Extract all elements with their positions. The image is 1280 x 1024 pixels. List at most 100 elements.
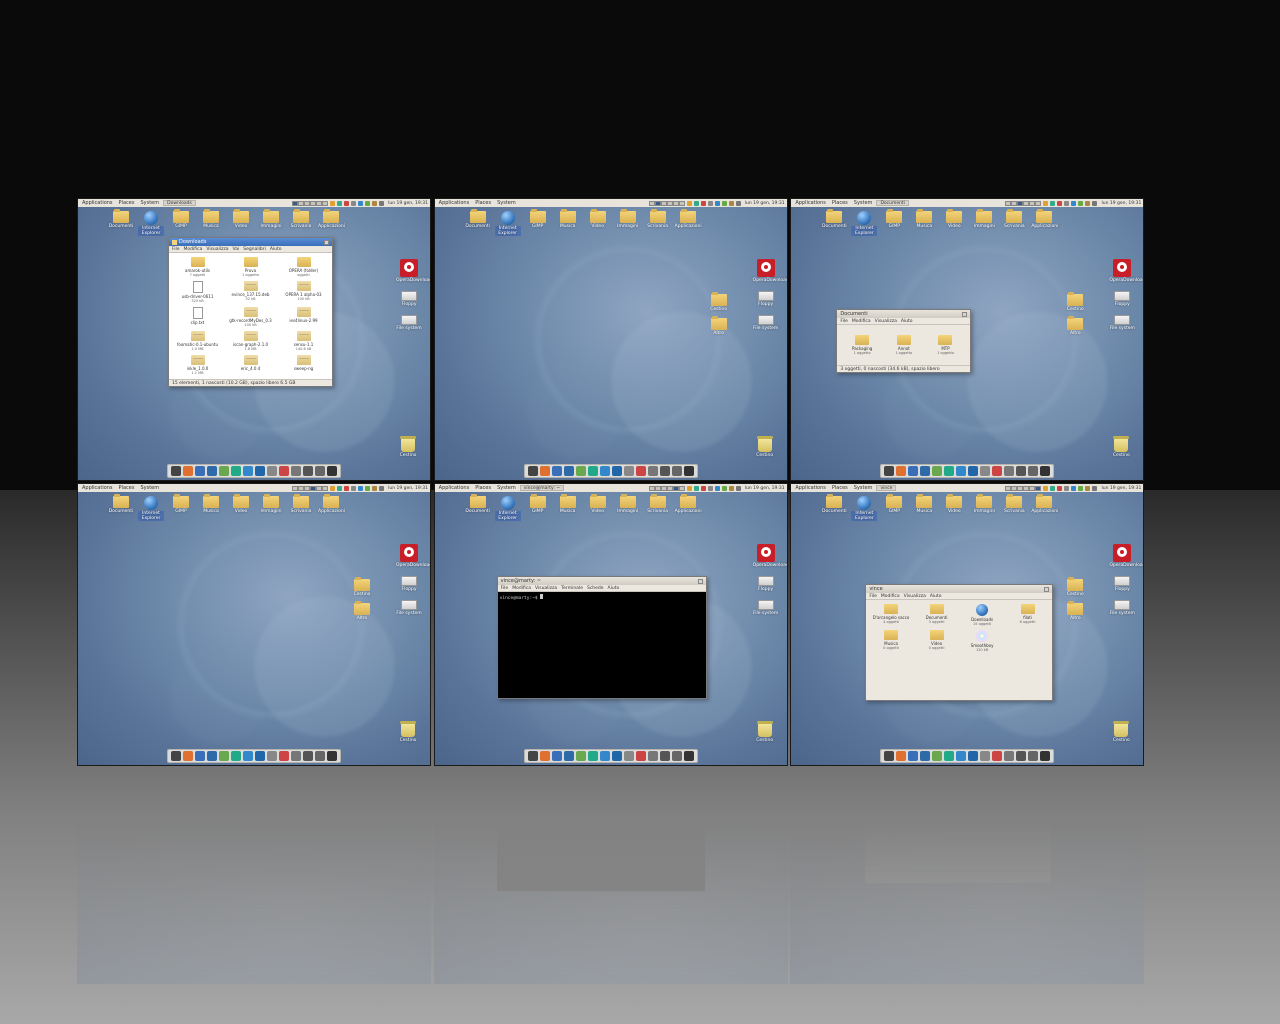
desktop-icon-video[interactable]: Video	[228, 211, 254, 236]
dock[interactable]	[167, 749, 341, 763]
terminal-window[interactable]: vince@marty: ~ FileModificaVisualizzaTer…	[497, 576, 707, 699]
terminal-body[interactable]: vince@marty:~$	[498, 592, 706, 698]
dock-launcher[interactable]	[612, 751, 622, 761]
workspace-pager[interactable]	[649, 486, 685, 491]
dock-launcher[interactable]	[231, 466, 241, 476]
menu-modifica[interactable]: Modifica	[184, 246, 203, 252]
dock-launcher[interactable]	[600, 751, 610, 761]
dock-launcher[interactable]	[672, 466, 682, 476]
menu-places[interactable]: Places	[117, 485, 137, 491]
side-icon-operadownloads[interactable]: OperaDownloads	[1109, 544, 1135, 568]
tray-icon[interactable]	[1057, 201, 1062, 206]
dock-launcher[interactable]	[231, 751, 241, 761]
downloads-window[interactable]: Downloads FileModificaVisualizzaVaiSegna…	[168, 237, 333, 387]
dock-launcher[interactable]	[279, 466, 289, 476]
dock-launcher[interactable]	[255, 466, 265, 476]
file-item[interactable]: filati6 oggetti	[1006, 603, 1050, 627]
menu-vai[interactable]: Vai	[233, 246, 240, 252]
menu-terminale[interactable]: Terminale	[561, 585, 583, 591]
dock-launcher[interactable]	[672, 751, 682, 761]
menu-schede[interactable]: Schede	[587, 585, 604, 591]
dock[interactable]	[524, 749, 698, 763]
dock-launcher[interactable]	[660, 751, 670, 761]
tray-icon[interactable]	[358, 486, 363, 491]
dock-launcher[interactable]	[183, 751, 193, 761]
dock-launcher[interactable]	[576, 466, 586, 476]
dock-launcher[interactable]	[540, 466, 550, 476]
desktop-icon-internet-explorer[interactable]: Internet Explorer	[495, 496, 521, 521]
tray-icon[interactable]	[1085, 486, 1090, 491]
tray-icon[interactable]	[337, 201, 342, 206]
desktop-icon-documenti[interactable]: Documenti	[821, 496, 847, 521]
tray-icon[interactable]	[1085, 201, 1090, 206]
file-item[interactable]: OPERA 1 alpha-03100 kB	[278, 280, 329, 304]
file-item[interactable]: MTP1 oggetto	[926, 334, 966, 356]
window-titlebar[interactable]: Downloads	[169, 238, 332, 246]
menu-visualizza[interactable]: Visualizza	[535, 585, 557, 591]
desktop-icon-gimp[interactable]: GIMP	[525, 496, 551, 521]
menu-visualizza[interactable]: Visualizza	[904, 593, 926, 599]
menu-segnalibri[interactable]: Segnalibri	[243, 246, 266, 252]
workspace-1[interactable]: Applications Places System Downloads lun…	[77, 198, 431, 481]
desktop-icon-internet-explorer[interactable]: Internet Explorer	[851, 211, 877, 236]
dock-launcher[interactable]	[279, 751, 289, 761]
tray-icon[interactable]	[1078, 486, 1083, 491]
taskbar-button[interactable]: Documenti	[876, 200, 909, 206]
workspace-pager[interactable]	[1005, 201, 1041, 206]
desktop-icon-documenti[interactable]: Documenti	[465, 496, 491, 521]
menu-aiuto[interactable]: Aiuto	[608, 585, 620, 591]
side-icon-file-system[interactable]: File system	[1109, 598, 1135, 616]
tray-icon[interactable]	[1092, 486, 1097, 491]
side-icon-floppy[interactable]: Floppy	[1109, 574, 1135, 592]
tray-icon[interactable]	[379, 486, 384, 491]
dock-launcher[interactable]	[1028, 466, 1038, 476]
dock-launcher[interactable]	[884, 466, 894, 476]
file-item[interactable]: Documenti3 oggetti	[915, 603, 959, 627]
dock-launcher[interactable]	[219, 751, 229, 761]
tray-icon[interactable]	[715, 201, 720, 206]
home-window[interactable]: vince FileModificaVisualizzaAiuto D'arca…	[865, 584, 1053, 701]
close-icon[interactable]	[698, 579, 703, 584]
menu-aiuto[interactable]: Aiuto	[270, 246, 282, 252]
dock-launcher[interactable]	[920, 466, 930, 476]
dock-launcher[interactable]	[624, 751, 634, 761]
pager-cell-6[interactable]	[1035, 201, 1041, 206]
dock-launcher[interactable]	[636, 466, 646, 476]
dock-launcher[interactable]	[243, 466, 253, 476]
dock-launcher[interactable]	[207, 466, 217, 476]
side-icon-floppy[interactable]: Floppy	[396, 289, 422, 307]
menu-applications[interactable]: Applications	[437, 200, 472, 206]
dock-launcher[interactable]	[648, 466, 658, 476]
tray-icon[interactable]	[715, 486, 720, 491]
file-item[interactable]: inkle_1.0.01.1 MB	[172, 354, 223, 376]
tray-icon[interactable]	[365, 486, 370, 491]
dock-launcher[interactable]	[327, 466, 337, 476]
dock-launcher[interactable]	[540, 751, 550, 761]
desktop-icon-gimp[interactable]: GIMP	[881, 496, 907, 521]
side-icon-operadownloads[interactable]: OperaDownloads	[1109, 259, 1135, 283]
desktop-icon-musica[interactable]: Musica	[911, 211, 937, 236]
tray-icon[interactable]	[330, 486, 335, 491]
desktop-icon-immagini[interactable]: Immagini	[615, 211, 641, 236]
close-icon[interactable]	[1044, 587, 1049, 592]
side-icon-operadownloads[interactable]: OperaDownloads	[753, 259, 779, 283]
dock-launcher[interactable]	[956, 751, 966, 761]
close-icon[interactable]	[962, 312, 967, 317]
tray-icon[interactable]	[687, 486, 692, 491]
side-icon-floppy[interactable]: Floppy	[753, 574, 779, 592]
side-icon-file-system[interactable]: File system	[753, 313, 779, 331]
dock-launcher[interactable]	[684, 466, 694, 476]
dock-launcher[interactable]	[648, 751, 658, 761]
side-icon-operadownloads[interactable]: OperaDownloads	[396, 544, 422, 568]
desktop-icon-scrivania[interactable]: Scrivania	[1001, 496, 1027, 521]
tray-icon[interactable]	[722, 201, 727, 206]
trash[interactable]: Cestino	[1111, 723, 1131, 743]
dock-launcher[interactable]	[920, 751, 930, 761]
tray-icon[interactable]	[694, 486, 699, 491]
dock-launcher[interactable]	[992, 751, 1002, 761]
desktop-icon-applicazioni[interactable]: Applicazioni	[675, 211, 701, 236]
dock[interactable]	[524, 464, 698, 478]
file-item[interactable]: evince_137.15.deb52 kB	[225, 280, 276, 304]
pager-cell-6[interactable]	[1035, 486, 1041, 491]
desktop-icon-scrivania[interactable]: Scrivania	[1001, 211, 1027, 236]
